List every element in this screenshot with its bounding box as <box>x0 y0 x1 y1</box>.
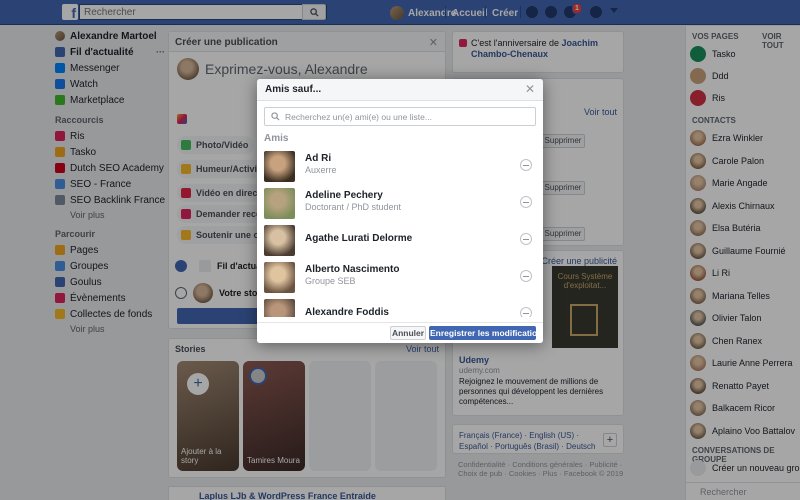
friend-photo <box>264 262 295 293</box>
save-changes-button[interactable]: Enregistrer les modifications <box>429 326 543 340</box>
exclude-friend-minus-icon[interactable] <box>520 270 532 282</box>
dialog-title: Amis sauf... <box>265 84 322 95</box>
friend-name: Ad Ri <box>305 153 332 164</box>
friend-name: Alberto Nascimento <box>305 264 400 275</box>
exclude-friend-minus-icon[interactable] <box>520 159 532 171</box>
friend-subtitle: Auxerre <box>305 165 337 175</box>
cancel-button[interactable]: Annuler <box>390 326 426 340</box>
friend-subtitle: Doctorant / PhD student <box>305 202 402 212</box>
friends-section-title: Amis <box>264 133 289 144</box>
friend-name: Alexandre Foddis <box>305 307 389 317</box>
friend-search-field <box>264 107 536 126</box>
exclude-friend-minus-icon[interactable] <box>520 196 532 208</box>
friend-photo <box>264 188 295 219</box>
friend-row[interactable]: Alberto Nascimento Groupe SEB <box>257 258 543 294</box>
friend-row[interactable]: Agathe Lurati Delorme <box>257 221 543 257</box>
friend-row[interactable]: Adeline Pechery Doctorant / PhD student <box>257 184 543 220</box>
exclude-friend-minus-icon[interactable] <box>520 307 532 317</box>
friend-subtitle: Groupe SEB <box>305 276 356 286</box>
friend-row[interactable]: Alexandre Foddis <box>257 295 543 317</box>
friend-search-input[interactable] <box>285 110 531 123</box>
friend-photo <box>264 299 295 317</box>
friend-list[interactable]: Ad Ri Auxerre Adeline Pechery Doctorant / P… <box>257 147 543 317</box>
exclude-friend-minus-icon[interactable] <box>520 233 532 245</box>
friends-except-dialog: Amis sauf... ✕ Amis Ad RiAuxerreAdeline … <box>257 79 543 343</box>
close-icon[interactable]: ✕ <box>524 83 536 95</box>
friend-photo <box>264 151 295 182</box>
friend-name: Agathe Lurati Delorme <box>305 233 413 244</box>
dialog-footer: Annuler Enregistrer les modifications <box>257 322 543 343</box>
friend-photo <box>264 225 295 256</box>
search-icon <box>271 112 280 121</box>
friend-name: Adeline Pechery <box>305 190 383 201</box>
friend-row[interactable]: Ad Ri Auxerre <box>257 147 543 183</box>
dialog-header: Amis sauf... ✕ <box>257 79 543 101</box>
